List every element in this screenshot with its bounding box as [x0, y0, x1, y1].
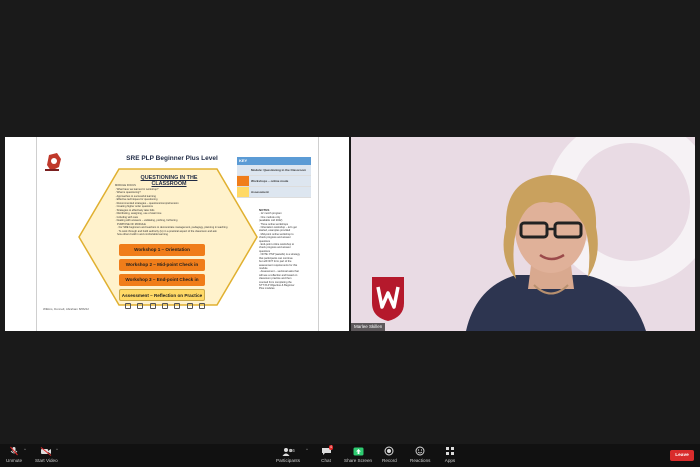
people-icon — [174, 303, 181, 309]
audio-options-chevron-icon[interactable]: ^ — [24, 447, 26, 452]
notes-line: Plus modules — [259, 287, 275, 291]
legend-swatch — [237, 187, 249, 197]
participants-icon: 26 — [281, 446, 295, 456]
workshop-2-box: Workshop 2 – Mid-point Check in — [119, 259, 205, 271]
module-purpose-text: PURPOSE OF MODULE · For SRE beginners an… — [117, 223, 229, 237]
slide-footer: Wilkins, Donnell, Abraham 8/06/22 — [43, 307, 89, 311]
legend-row: Workshops – online mode — [237, 176, 311, 187]
share-screen-label: Share Screen — [344, 458, 373, 463]
record-button[interactable]: Record — [382, 446, 397, 466]
participant-name-label: Marlee Skillen — [351, 323, 386, 331]
legend-heading: KEY — [237, 157, 311, 165]
legend-label: Workshops – online mode — [249, 176, 311, 186]
calendar-icon — [149, 303, 156, 309]
participants-button[interactable]: 26 Participants — [276, 446, 300, 466]
legend-label: Assessment — [249, 187, 311, 197]
participants-label: Participants — [276, 458, 301, 463]
chart-icon — [161, 303, 168, 309]
chat-icon: 4 — [319, 445, 333, 456]
chat-button[interactable]: 4 Chat — [319, 445, 333, 466]
purpose-line: how others build in and comfortable lear… — [117, 233, 168, 237]
leave-meeting-button[interactable]: Leave — [670, 450, 694, 461]
assessment-box: Assessment – Reflection on Practice — [119, 289, 205, 301]
notes-panel: NOTES · 12 month program · One module on… — [259, 208, 315, 291]
university-shield-icon — [372, 277, 404, 321]
unmute-button[interactable]: Unmute — [6, 446, 22, 466]
program-logo-icon — [45, 153, 61, 171]
module-focus-text: MODULE FOCUS · What have we learned in w… — [115, 184, 227, 223]
start-video-button[interactable]: Start Video — [35, 446, 58, 466]
meeting-window: SRE PLP Beginner Plus Level QUESTIONING … — [0, 0, 700, 467]
checklist-icon — [198, 303, 205, 309]
workshop-3-box: Workshop 3 – End-point Check in — [119, 274, 205, 286]
icon-row — [125, 303, 205, 311]
share-screen-button[interactable]: Share Screen — [344, 446, 372, 466]
start-video-label: Start Video — [35, 458, 58, 463]
share-screen-icon — [351, 446, 365, 456]
microphone-muted-icon — [7, 446, 21, 456]
legend-row: Module: Questioning in the Classroom — [237, 165, 311, 176]
focus-line: · Dealing with answers – validating, pro… — [115, 219, 178, 222]
smiley-icon — [413, 446, 427, 456]
presentation-slide: SRE PLP Beginner Plus Level QUESTIONING … — [36, 137, 319, 331]
legend-swatch — [237, 165, 249, 175]
video-options-chevron-icon[interactable]: ^ — [56, 447, 58, 452]
legend-swatch — [237, 176, 249, 186]
video-camera-off-icon — [39, 446, 53, 456]
participant-video-feed — [466, 175, 646, 331]
shared-screen-tile[interactable]: SRE PLP Beginner Plus Level QUESTIONING … — [5, 137, 349, 331]
chat-unread-badge: 4 — [329, 445, 333, 450]
legend-key: KEY Module: Questioning in the Classroom… — [237, 157, 311, 198]
participant-video-tile[interactable]: Marlee Skillen — [351, 137, 695, 331]
apps-button[interactable]: Apps — [443, 446, 457, 466]
document-icon — [137, 303, 144, 309]
apps-label: Apps — [444, 458, 456, 463]
slide-title: SRE PLP Beginner Plus Level — [126, 155, 218, 162]
reactions-button[interactable]: Reactions — [410, 446, 430, 466]
workshop-1-box: Workshop 1 – Orientation — [119, 244, 205, 256]
legend-label: Module: Questioning in the Classroom — [249, 165, 311, 175]
lightbulb-icon — [125, 303, 131, 309]
record-label: Record — [382, 458, 397, 463]
apps-grid-icon — [443, 446, 457, 456]
chat-label: Chat — [321, 458, 331, 463]
participants-options-chevron-icon[interactable]: ^ — [306, 447, 308, 452]
legend-row: Assessment — [237, 187, 311, 198]
meeting-toolbar: Unmute ^ Start Video ^ 26 Participants ^… — [0, 444, 700, 467]
reactions-label: Reactions — [410, 458, 431, 463]
computer-icon — [186, 303, 193, 309]
record-icon — [382, 446, 396, 456]
participants-count: 26 — [290, 448, 295, 453]
unmute-label: Unmute — [6, 458, 23, 463]
